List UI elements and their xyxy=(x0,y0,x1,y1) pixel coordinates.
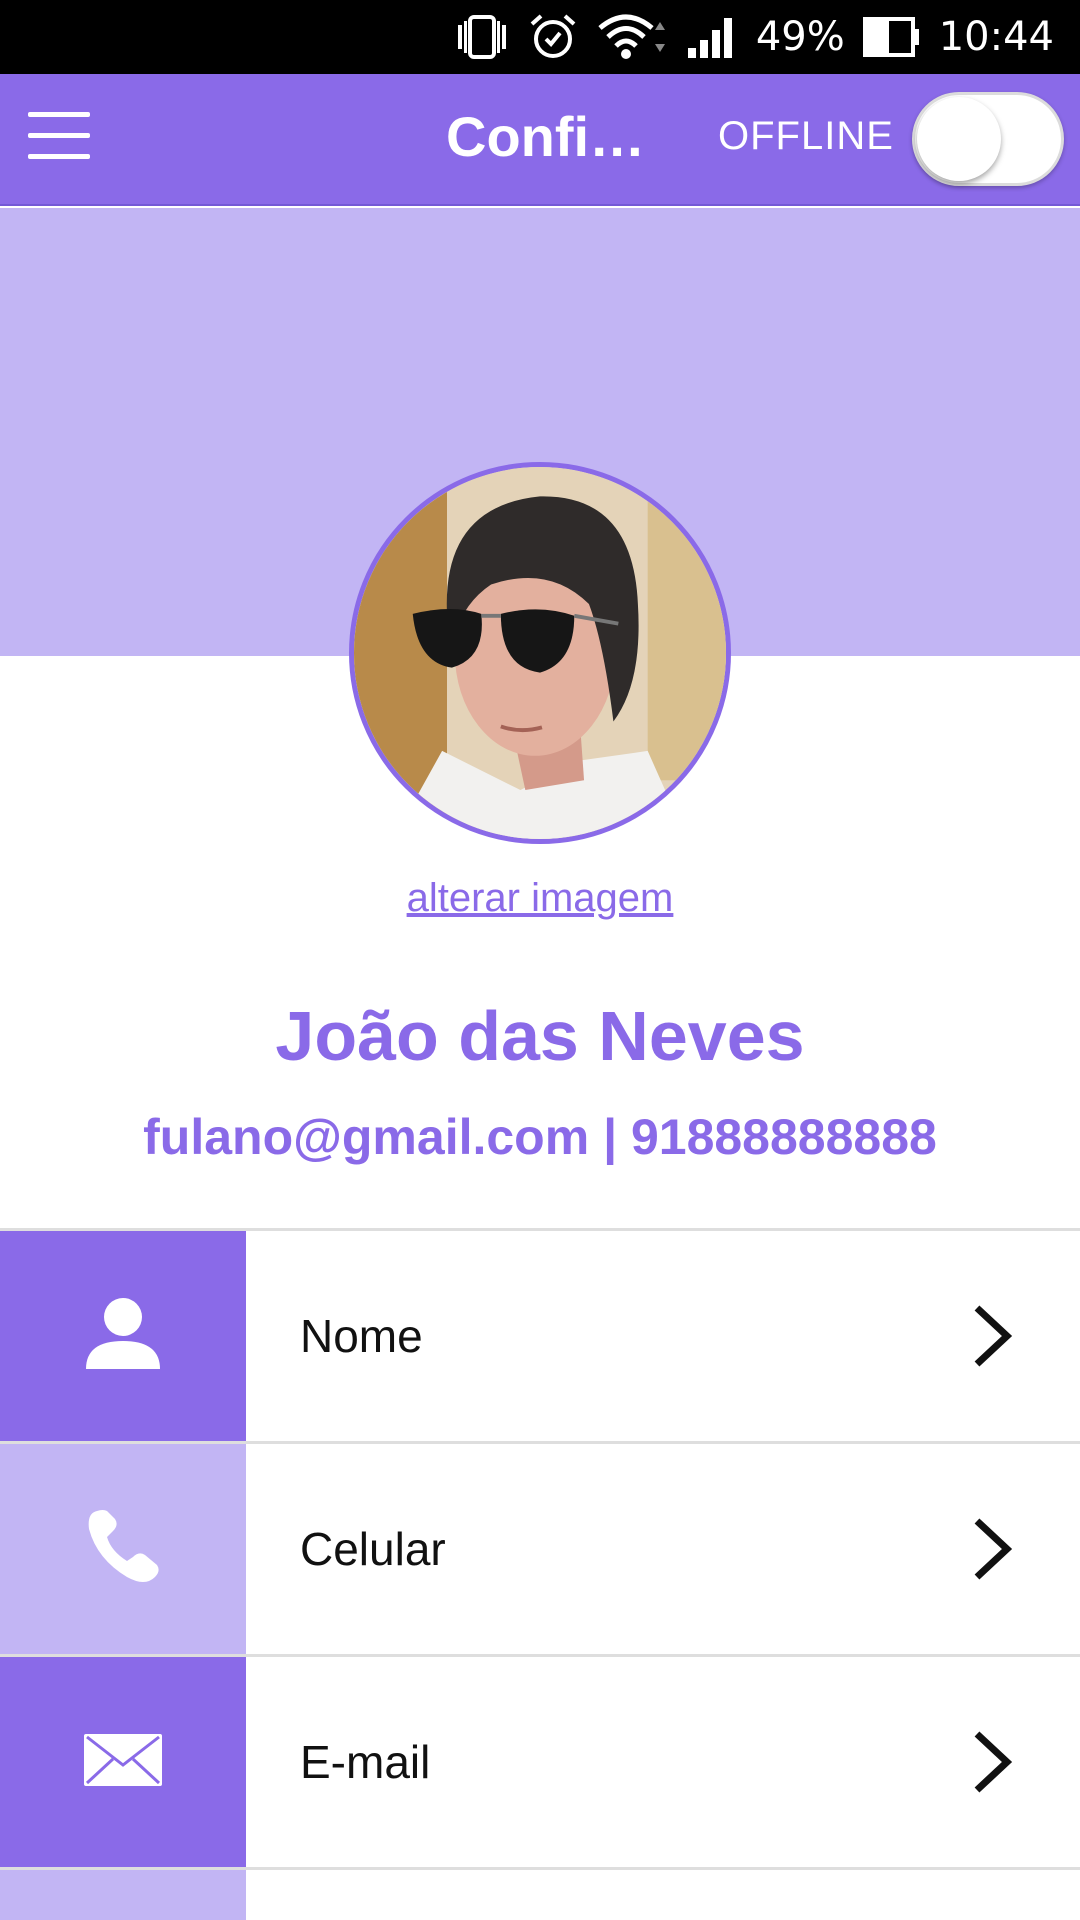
vibrate-icon xyxy=(454,13,510,61)
user-contact: fulano@gmail.com | 91888888888 xyxy=(143,1109,937,1165)
chevron-right-icon xyxy=(962,1514,1022,1584)
chevron-right-icon xyxy=(962,1727,1022,1797)
page-title: Config... xyxy=(446,105,661,168)
mail-icon xyxy=(83,1733,163,1792)
avatar[interactable] xyxy=(349,462,731,844)
chevron-right-icon xyxy=(962,1301,1022,1371)
offline-label: OFFLINE xyxy=(718,114,894,158)
icon-cell xyxy=(0,1657,246,1867)
menu-icon[interactable] xyxy=(28,112,92,168)
icon-cell xyxy=(0,1870,246,1920)
change-image-link[interactable]: alterar imagem xyxy=(0,876,1080,921)
wifi-icon xyxy=(596,12,668,62)
settings-row-name[interactable]: Nome xyxy=(0,1231,1080,1444)
online-toggle[interactable] xyxy=(912,92,1064,186)
settings-list: Nome Celular E-mail xyxy=(0,1228,1080,1920)
toggle-knob xyxy=(917,97,1001,181)
battery-percent: 49% xyxy=(755,14,845,60)
app-bar: Config... OFFLINE xyxy=(0,74,1080,206)
settings-row-email[interactable]: E-mail xyxy=(0,1657,1080,1870)
signal-icon xyxy=(686,14,738,60)
icon-cell xyxy=(0,1231,246,1441)
status-bar: 49% 10:44 xyxy=(0,0,1080,74)
alarm-icon xyxy=(528,12,578,62)
icon-cell xyxy=(0,1444,246,1654)
battery-icon xyxy=(862,17,921,57)
clock: 10:44 xyxy=(938,14,1054,60)
phone-icon xyxy=(83,1507,163,1592)
settings-row-phone[interactable]: Celular xyxy=(0,1444,1080,1657)
settings-row-label: Nome xyxy=(300,1310,423,1362)
settings-row-label: Celular xyxy=(300,1523,446,1575)
settings-row-partial[interactable] xyxy=(0,1870,1080,1920)
person-icon xyxy=(84,1295,162,1378)
settings-row-label: E-mail xyxy=(300,1736,431,1788)
user-name: João das Neves xyxy=(275,997,805,1075)
